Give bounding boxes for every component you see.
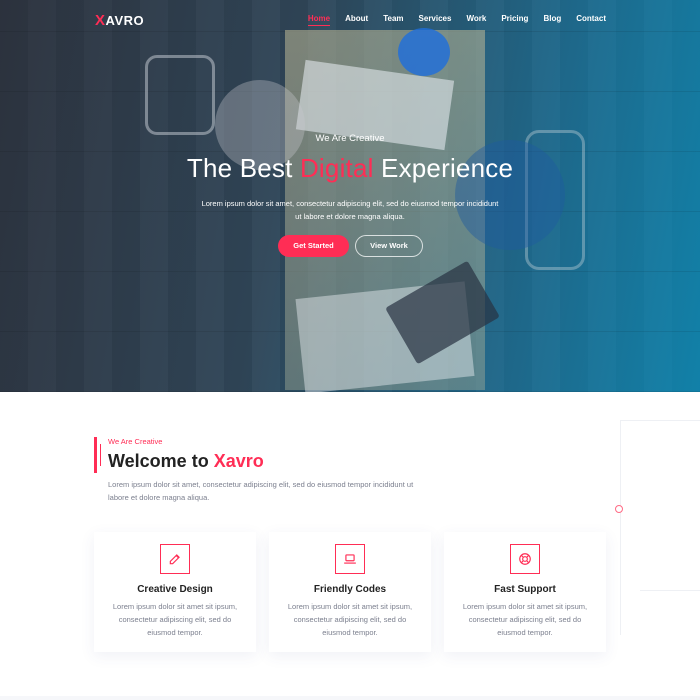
- feature-title: Fast Support: [494, 584, 556, 595]
- decorative-line: [620, 420, 700, 421]
- nav-item-home[interactable]: Home: [307, 14, 331, 26]
- feature-description: Lorem ipsum dolor sit amet sit ipsum, co…: [462, 602, 588, 637]
- feature-card-friendly-codes: Friendly Codes Lorem ipsum dolor sit ame…: [269, 532, 431, 652]
- nav-item-team[interactable]: Team: [383, 14, 403, 26]
- feature-title: Creative Design: [137, 584, 213, 595]
- about-title: Welcome to Xavro: [108, 451, 264, 472]
- decorative-dot: [615, 505, 623, 513]
- edit-icon: [160, 544, 190, 574]
- nav-item-services[interactable]: Services: [419, 14, 452, 26]
- nav-item-blog[interactable]: Blog: [543, 14, 561, 26]
- nav-item-pricing[interactable]: Pricing: [501, 14, 528, 26]
- nav-item-about[interactable]: About: [345, 14, 368, 26]
- logo-text: AVRO: [105, 13, 145, 28]
- feature-description: Lorem ipsum dolor sit amet sit ipsum, co…: [287, 602, 413, 637]
- logo-initial: X: [95, 12, 106, 29]
- top-navbar: XAVRO Home About Team Services Work Pric…: [0, 0, 700, 40]
- feature-description: Lorem ipsum dolor sit amet sit ipsum, co…: [112, 602, 238, 637]
- decorative-line: [640, 590, 700, 591]
- view-work-button[interactable]: View Work: [355, 235, 423, 257]
- support-icon: [510, 544, 540, 574]
- brand-logo[interactable]: XAVRO: [95, 12, 144, 29]
- hero-subtitle: We Are Creative: [315, 133, 385, 144]
- feature-title: Friendly Codes: [313, 584, 387, 595]
- section-divider: [0, 696, 700, 700]
- about-title-start: Welcome to: [108, 451, 214, 471]
- about-title-highlight: Xavro: [213, 451, 264, 471]
- hero-description: Lorem ipsum dolor sit amet, consectetur …: [201, 199, 499, 221]
- hero-title-end: Experience: [373, 153, 514, 183]
- nav-item-work[interactable]: Work: [466, 14, 486, 26]
- feature-card-fast-support: Fast Support Lorem ipsum dolor sit amet …: [444, 532, 606, 652]
- decorative-line: [620, 420, 621, 635]
- hero-section: XAVRO Home About Team Services Work Pric…: [0, 0, 700, 392]
- section-accent-bar: [94, 437, 97, 473]
- hero-title-start: The Best: [186, 153, 300, 183]
- nav-item-contact[interactable]: Contact: [576, 14, 606, 26]
- about-description: Lorem ipsum dolor sit amet, consectetur …: [108, 480, 414, 502]
- hero-title: The Best Digital Experience: [0, 153, 700, 184]
- about-subtitle: We Are Creative: [108, 437, 163, 446]
- hero-title-highlight: Digital: [299, 153, 374, 183]
- get-started-button[interactable]: Get Started: [278, 235, 349, 257]
- section-accent-line: [100, 444, 101, 466]
- main-menu: Home About Team Services Work Pricing Bl…: [293, 14, 606, 26]
- hero-photo-chair: [145, 55, 215, 135]
- feature-card-creative-design: Creative Design Lorem ipsum dolor sit am…: [94, 532, 256, 652]
- laptop-icon: [335, 544, 365, 574]
